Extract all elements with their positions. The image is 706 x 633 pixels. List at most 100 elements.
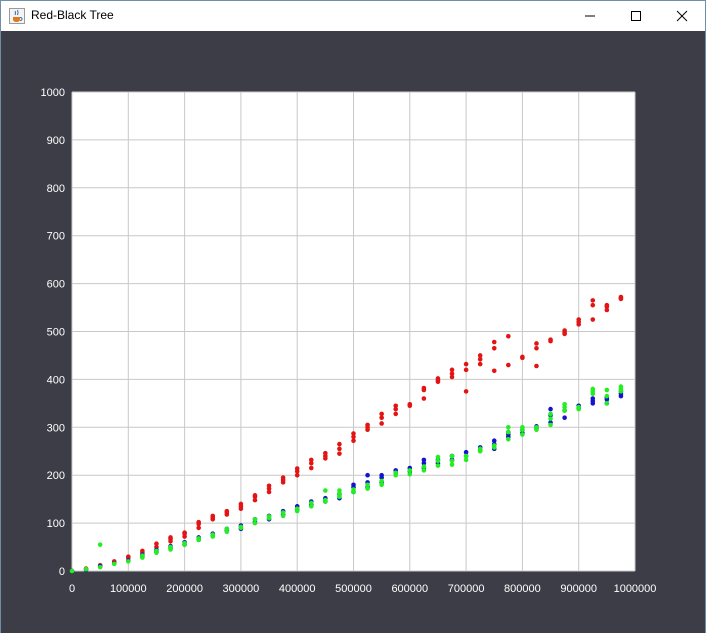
data-point (393, 411, 399, 417)
data-point (238, 501, 244, 507)
y-tick-label: 500 (47, 327, 65, 339)
data-point (477, 446, 483, 452)
data-point (111, 561, 117, 567)
x-tick-label: 700000 (448, 583, 485, 595)
data-point (351, 482, 356, 488)
data-point (337, 488, 342, 493)
data-point (604, 387, 610, 393)
data-point (365, 422, 370, 428)
data-point (266, 483, 272, 489)
data-point (266, 514, 272, 519)
data-point (604, 302, 610, 308)
data-point (196, 519, 201, 525)
data-point (294, 506, 300, 512)
data-point (182, 530, 187, 535)
data-point (506, 362, 511, 368)
data-point (379, 421, 384, 426)
java-cup-icon (9, 8, 25, 24)
data-point (590, 386, 596, 392)
data-point (224, 508, 230, 514)
x-tick-label: 800000 (504, 583, 541, 595)
minimize-icon (585, 15, 595, 17)
data-point (534, 341, 539, 346)
x-tick-label: 300000 (223, 583, 260, 595)
data-point (379, 478, 384, 484)
data-point (224, 526, 230, 532)
data-point (520, 432, 525, 437)
data-point (421, 464, 427, 469)
data-point (126, 559, 131, 564)
close-icon (676, 10, 688, 22)
close-button[interactable] (659, 1, 705, 31)
data-point (323, 488, 328, 493)
data-point (407, 468, 413, 473)
data-point (196, 536, 201, 541)
data-point (280, 475, 286, 480)
data-point (280, 510, 286, 515)
data-point (562, 415, 567, 421)
data-point (252, 516, 258, 522)
data-point (435, 463, 441, 468)
data-point (506, 429, 511, 435)
data-point (562, 402, 567, 407)
data-point (534, 425, 539, 430)
x-tick-label: 500000 (335, 583, 372, 595)
y-tick-label: 800 (47, 183, 65, 195)
minimize-button[interactable] (567, 1, 613, 31)
data-point (548, 416, 553, 421)
data-point (421, 385, 427, 391)
data-point (210, 513, 216, 519)
y-tick-label: 300 (47, 422, 65, 434)
y-tick-label: 700 (47, 231, 65, 243)
y-axis-tick-labels: 0 100 200 300 400 500 600 700 800 900 1000 (41, 87, 65, 578)
data-point (421, 396, 427, 401)
data-point (506, 425, 511, 430)
data-point (604, 393, 610, 399)
data-point (548, 411, 553, 417)
data-point (604, 401, 610, 406)
data-point (449, 367, 455, 373)
y-tick-label: 100 (47, 518, 65, 530)
y-tick-label: 1000 (41, 87, 65, 99)
data-point (154, 541, 159, 546)
data-point (618, 384, 624, 389)
data-point (491, 443, 497, 448)
data-point (182, 540, 187, 546)
data-point (393, 470, 399, 476)
maximize-button[interactable] (613, 1, 659, 31)
scatter-chart: 0 100 200 300 400 500 600 700 800 900 1000 0 100000… (41, 87, 657, 595)
data-point (365, 472, 370, 478)
data-point (491, 345, 497, 351)
data-point (421, 457, 427, 463)
data-point (506, 333, 511, 339)
data-point (154, 548, 159, 554)
x-axis-tick-labels: 0 100000 200000 300000 400000 500000 600000 700… (69, 583, 656, 595)
data-point (618, 294, 624, 300)
data-point (534, 363, 539, 369)
data-point (97, 542, 103, 547)
data-point (140, 553, 145, 558)
data-point (351, 431, 356, 436)
data-point (449, 458, 455, 464)
data-point (449, 453, 455, 459)
x-tick-label: 900000 (560, 583, 597, 595)
data-point (337, 446, 342, 452)
data-point (337, 441, 342, 447)
window-title: Red-Black Tree (31, 8, 114, 22)
x-tick-label: 100000 (110, 583, 147, 595)
data-point (435, 376, 441, 381)
data-point (463, 361, 469, 367)
data-point (548, 337, 553, 342)
data-point (323, 497, 328, 503)
data-point (590, 317, 596, 322)
data-point (548, 406, 553, 412)
data-point (393, 403, 399, 409)
app-window: Red-Black Tree 0 100 200 300 400 500 600 700 800… (0, 0, 706, 633)
data-point (463, 367, 469, 373)
data-point (97, 564, 103, 570)
title-bar[interactable]: Red-Black Tree (1, 1, 705, 31)
y-tick-label: 0 (59, 566, 65, 578)
data-point (562, 328, 567, 333)
y-tick-label: 600 (47, 279, 65, 291)
data-point (491, 368, 497, 374)
